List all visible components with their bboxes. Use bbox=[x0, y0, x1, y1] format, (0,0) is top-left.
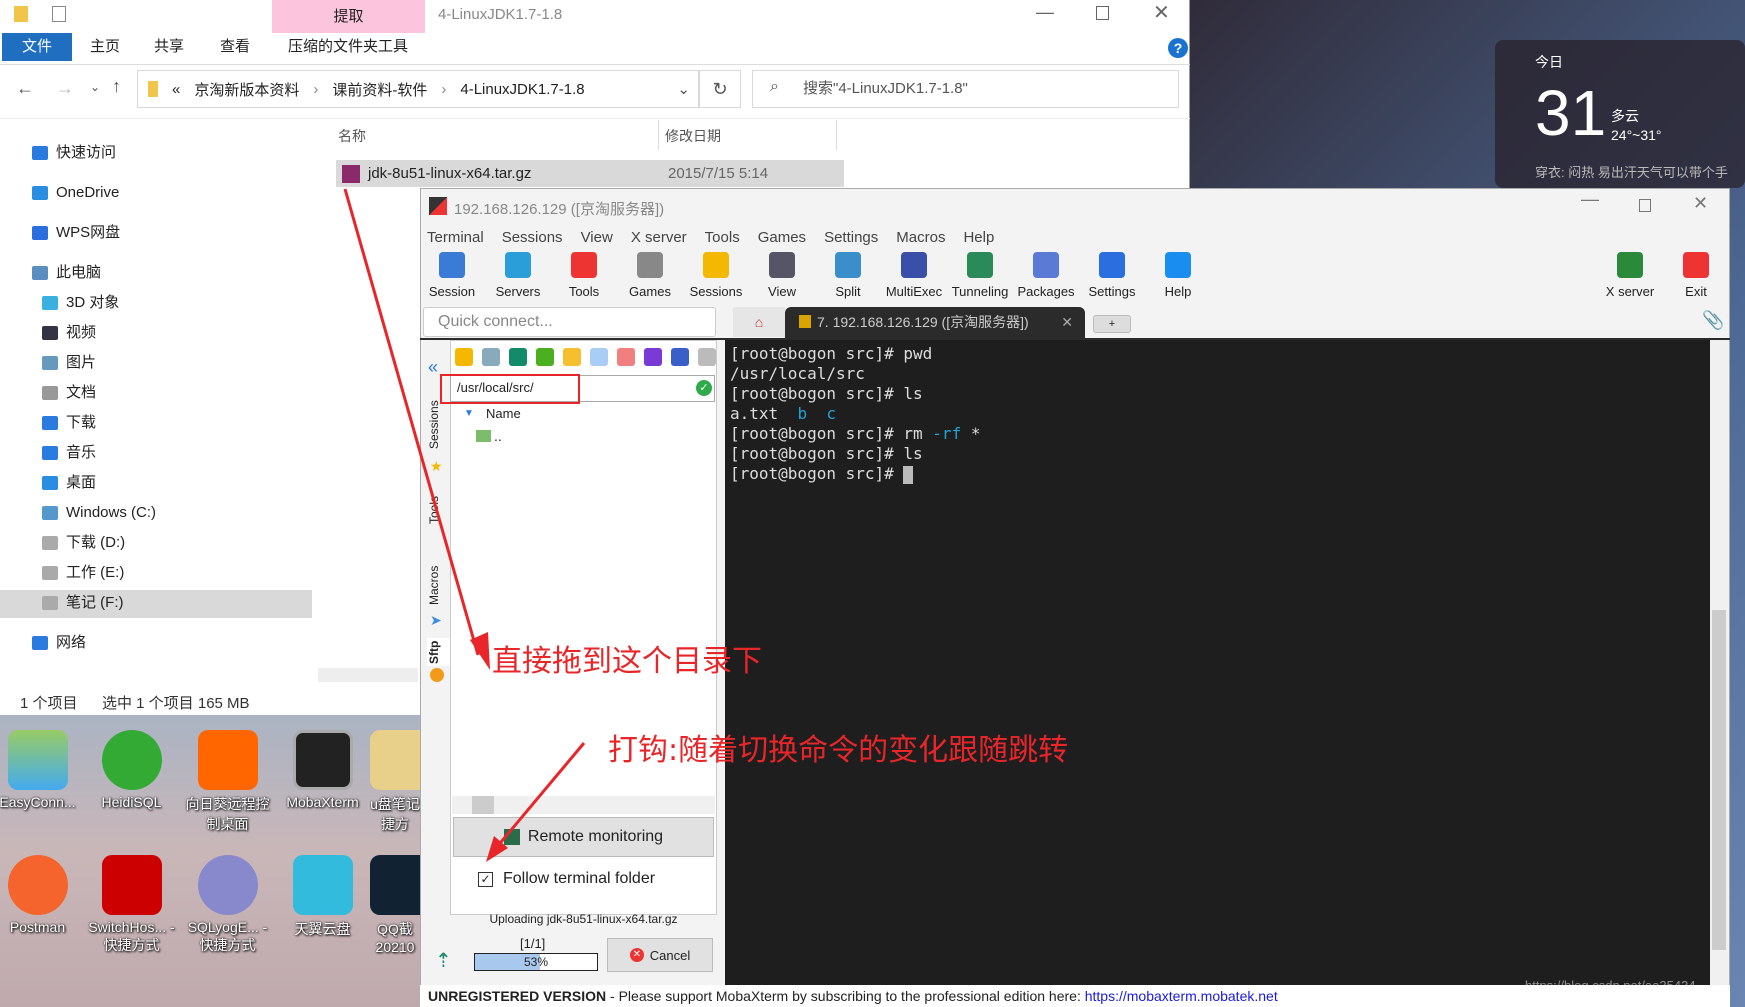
nav-icon bbox=[42, 326, 58, 340]
nav-label: 下载 (D:) bbox=[66, 534, 126, 551]
nav-label: 视频 bbox=[66, 324, 97, 341]
nav-label: 下载 bbox=[66, 414, 97, 431]
nav-label: 快速访问 bbox=[56, 144, 117, 161]
nav-item[interactable]: OneDrive bbox=[32, 180, 119, 206]
nav-icon bbox=[42, 506, 58, 520]
annotation-follow: 打钩:随着切换命令的变化跟随跳转 bbox=[608, 733, 1069, 768]
nav-icon bbox=[32, 186, 48, 200]
nav-label: 网络 bbox=[56, 634, 87, 651]
nav-item[interactable]: 网络 bbox=[32, 630, 86, 656]
nav-item[interactable]: WPS网盘 bbox=[32, 220, 120, 246]
nav-icon bbox=[42, 596, 58, 610]
nav-icon bbox=[42, 416, 58, 430]
nav-icon bbox=[42, 566, 58, 580]
nav-item[interactable]: 桌面 bbox=[42, 470, 96, 496]
nav-icon bbox=[42, 386, 58, 400]
nav-icon bbox=[32, 636, 48, 650]
arrow-follow bbox=[494, 742, 586, 849]
nav-item[interactable]: 此电脑 bbox=[32, 260, 101, 286]
nav-item[interactable]: 3D 对象 bbox=[42, 290, 119, 316]
nav-icon bbox=[42, 296, 58, 310]
nav-label: 3D 对象 bbox=[66, 294, 120, 311]
nav-item[interactable]: 工作 (E:) bbox=[42, 560, 124, 586]
nav-item[interactable]: 视频 bbox=[42, 320, 96, 346]
nav-item[interactable]: 笔记 (F:) bbox=[42, 590, 124, 616]
arrow-drag bbox=[343, 188, 480, 656]
nav-label: WPS网盘 bbox=[56, 224, 121, 241]
nav-item[interactable]: 快速访问 bbox=[32, 140, 116, 166]
nav-label: 文档 bbox=[66, 384, 97, 401]
annotation-drag: 直接拖到这个目录下 bbox=[492, 644, 762, 679]
nav-icon bbox=[42, 356, 58, 370]
nav-icon bbox=[32, 226, 48, 240]
nav-label: OneDrive bbox=[56, 184, 120, 201]
nav-item[interactable]: 音乐 bbox=[42, 440, 96, 466]
nav-icon bbox=[32, 266, 48, 280]
nav-label: 音乐 bbox=[66, 444, 97, 461]
nav-label: Windows (C:) bbox=[66, 504, 157, 521]
nav-item[interactable]: 下载 (D:) bbox=[42, 530, 125, 556]
nav-label: 此电脑 bbox=[56, 264, 102, 281]
nav-item[interactable]: 图片 bbox=[42, 350, 96, 376]
nav-label: 桌面 bbox=[66, 474, 97, 491]
nav-item[interactable]: Windows (C:) bbox=[42, 500, 156, 526]
nav-icon bbox=[42, 536, 58, 550]
nav-label: 图片 bbox=[66, 354, 97, 371]
annotation-arrows bbox=[343, 188, 586, 862]
nav-icon bbox=[42, 476, 58, 490]
nav-item[interactable]: 下载 bbox=[42, 410, 96, 436]
nav-icon bbox=[42, 446, 58, 460]
nav-label: 笔记 (F:) bbox=[66, 594, 124, 611]
nav-item[interactable]: 文档 bbox=[42, 380, 96, 406]
nav-label: 工作 (E:) bbox=[66, 564, 125, 581]
nav-icon bbox=[32, 146, 48, 160]
